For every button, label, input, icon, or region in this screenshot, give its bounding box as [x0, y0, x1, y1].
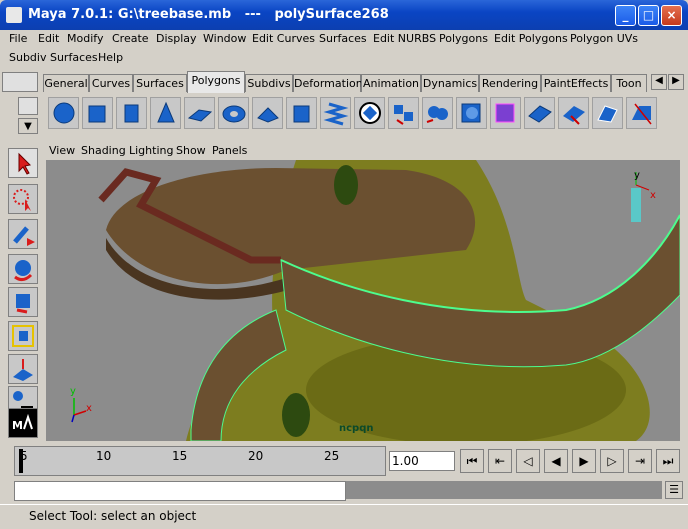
shelf-menu-icon[interactable] [2, 72, 38, 92]
menu-edit[interactable]: Edit [38, 32, 59, 45]
menu-edit-nurbs[interactable]: Edit NURBS [373, 32, 436, 45]
panel-menu-shading[interactable]: Shading [81, 144, 126, 157]
close-button[interactable]: × [661, 5, 682, 26]
help-line: Select Tool: select an object [0, 504, 688, 529]
gizmo-x-label: x [650, 190, 656, 201]
tab-general[interactable]: General [43, 74, 89, 92]
poly-separate-icon[interactable] [388, 97, 419, 129]
current-time-field[interactable]: 1.00 [389, 451, 455, 471]
menu-edit-curves[interactable]: Edit Curves [252, 32, 315, 45]
poly-soccer-ball-icon[interactable] [354, 97, 385, 129]
menu-subdiv-surfaces[interactable]: Subdiv Surfaces [9, 51, 98, 64]
menu-polygon-uvs[interactable]: Polygon UVs [570, 32, 638, 45]
command-result-field [346, 481, 662, 499]
poly-cut-faces-icon[interactable] [626, 97, 657, 129]
poly-cone-icon[interactable] [150, 97, 181, 129]
paint-select-tool-icon[interactable] [8, 219, 38, 249]
tab-curves[interactable]: Curves [89, 74, 133, 92]
go-to-end-icon[interactable]: ⏭ [656, 449, 680, 473]
move-tool-icon[interactable] [8, 254, 38, 284]
object-name-label: ncpqn [339, 423, 374, 434]
poly-helix-icon[interactable] [320, 97, 351, 129]
tab-animation[interactable]: Animation [361, 74, 421, 92]
gizmo-y-label: y [634, 170, 640, 181]
poly-torus-icon[interactable] [218, 97, 249, 129]
panel-menubar: View Shading Lighting Show Panels [44, 142, 680, 160]
maya-logo: M [8, 408, 38, 438]
shelf-tab-bar: General Curves Surfaces Polygons Subdivs… [0, 70, 688, 94]
tab-scroll-left-icon[interactable]: ◀ [651, 74, 667, 90]
play-backward-icon[interactable]: ◀ [544, 449, 568, 473]
manipulator-tool-icon[interactable] [8, 354, 38, 384]
menu-display[interactable]: Display [156, 32, 197, 45]
poly-subdivide-cube-icon[interactable] [490, 97, 521, 129]
timeline-tick: 15 [172, 449, 188, 463]
axis-x-label: x [86, 403, 92, 414]
poly-split-icon[interactable] [592, 97, 623, 129]
menu-create[interactable]: Create [112, 32, 149, 45]
minimize-button[interactable]: _ [615, 5, 636, 26]
tab-toon[interactable]: Toon [611, 74, 647, 92]
poly-sphere-icon[interactable] [48, 97, 79, 129]
step-back-frame-icon[interactable]: ◁ [516, 449, 540, 473]
play-forward-icon[interactable]: ▶ [572, 449, 596, 473]
poly-prism-icon[interactable] [252, 97, 283, 129]
timeline-tick: 10 [96, 449, 112, 463]
window-title: Maya 7.0.1: G:\treebase.mb --- polySurfa… [28, 7, 389, 22]
tab-scroll-right-icon[interactable]: ▶ [668, 74, 684, 90]
scale-tool-icon[interactable] [8, 321, 38, 351]
poly-smooth-icon[interactable] [456, 97, 487, 129]
poly-pipe-icon[interactable] [286, 97, 317, 129]
script-editor-icon[interactable]: ☰ [665, 481, 683, 499]
poly-cylinder-icon[interactable] [116, 97, 147, 129]
title-bar: Maya 7.0.1: G:\treebase.mb --- polySurfa… [0, 0, 688, 30]
panel-menu-show[interactable]: Show [176, 144, 206, 157]
menu-modify[interactable]: Modify [67, 32, 103, 45]
timeline-tick: 20 [248, 449, 264, 463]
lasso-tool-icon[interactable] [8, 184, 38, 214]
panel-menu-view[interactable]: View [49, 144, 75, 157]
timeline-tick: 5 [20, 449, 28, 463]
axis-y-label: y [70, 386, 76, 397]
menu-help[interactable]: Help [98, 51, 123, 64]
tab-deformation[interactable]: Deformation [293, 74, 363, 92]
panel-menu-panels[interactable]: Panels [212, 144, 247, 157]
go-to-start-icon[interactable]: ⏮ [460, 449, 484, 473]
shelf-layout-icon[interactable] [18, 97, 38, 115]
maximize-button[interactable]: □ [638, 5, 659, 26]
step-forward-key-icon[interactable]: ⇥ [628, 449, 652, 473]
main-menubar: File Edit Modify Create Display Window E… [2, 30, 686, 68]
tab-rendering[interactable]: Rendering [479, 74, 541, 92]
maya-app-icon[interactable] [6, 7, 22, 23]
rotate-tool-icon[interactable] [8, 287, 38, 317]
menu-edit-polygons[interactable]: Edit Polygons [494, 32, 568, 45]
menu-window[interactable]: Window [203, 32, 246, 45]
menu-surfaces[interactable]: Surfaces [319, 32, 367, 45]
time-slider[interactable]: 5 10 15 20 25 [14, 446, 386, 476]
select-tool-icon[interactable] [8, 148, 38, 178]
svg-text:M: M [12, 419, 23, 432]
menu-polygons[interactable]: Polygons [439, 32, 488, 45]
tab-dynamics[interactable]: Dynamics [421, 74, 479, 92]
poly-extrude-icon[interactable] [558, 97, 589, 129]
poly-plane-icon[interactable] [184, 97, 215, 129]
menu-file[interactable]: File [9, 32, 27, 45]
step-forward-frame-icon[interactable]: ▷ [600, 449, 624, 473]
tab-subdivs[interactable]: Subdivs [245, 74, 293, 92]
poly-wireframe-icon[interactable] [524, 97, 555, 129]
help-text: Select Tool: select an object [29, 509, 197, 523]
step-back-key-icon[interactable]: ⇤ [488, 449, 512, 473]
tab-polygons[interactable]: Polygons [187, 71, 245, 93]
poly-combine-icon[interactable] [422, 97, 453, 129]
perspective-viewport[interactable]: y x ncpqn y x [46, 160, 680, 441]
panel-menu-lighting[interactable]: Lighting [129, 144, 173, 157]
poly-cube-icon[interactable] [82, 97, 113, 129]
tab-painteffects[interactable]: PaintEffects [541, 74, 611, 92]
timeline-tick: 25 [324, 449, 340, 463]
shelf-menu-arrow-icon[interactable]: ▼ [18, 118, 38, 134]
tab-surfaces[interactable]: Surfaces [133, 74, 187, 92]
command-line-input[interactable] [14, 481, 346, 501]
